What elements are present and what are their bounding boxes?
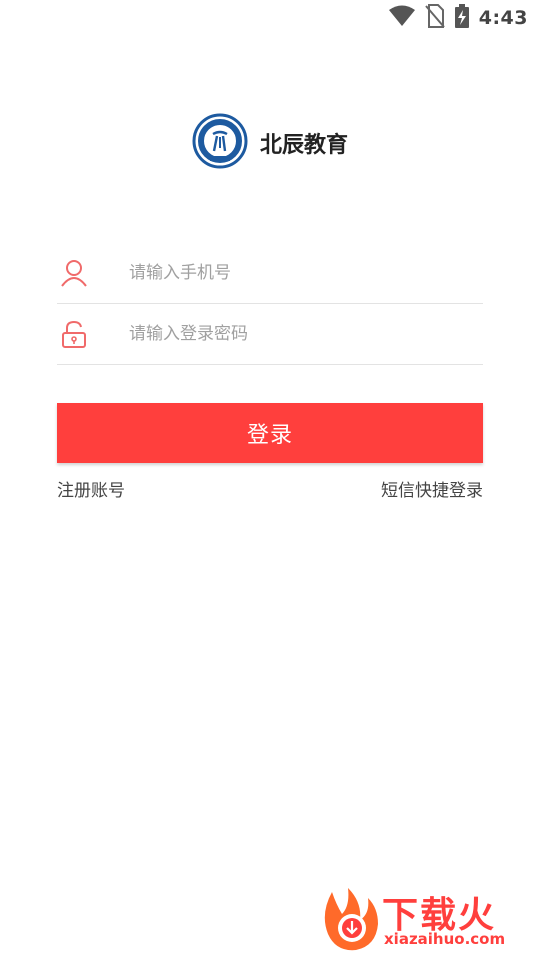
user-icon (57, 243, 129, 303)
brand-logo (192, 113, 248, 173)
phone-input[interactable] (129, 263, 459, 283)
watermark-url: xiazaihuo.com (384, 930, 506, 948)
battery-charging-icon (454, 4, 469, 32)
status-bar: 4:43 (0, 0, 540, 36)
login-button[interactable]: 登录 (57, 403, 483, 463)
wifi-icon (388, 5, 415, 31)
sms-login-link[interactable]: 短信快捷登录 (381, 476, 483, 501)
phone-field[interactable] (57, 243, 483, 304)
lock-icon (57, 304, 129, 364)
password-input[interactable] (129, 324, 459, 344)
brand-name: 北辰教育 (259, 133, 348, 158)
password-field[interactable] (57, 304, 483, 365)
no-sim-icon (424, 4, 445, 32)
register-link[interactable]: 注册账号 (57, 476, 125, 501)
status-icons: 4:43 (388, 4, 528, 32)
watermark: 下载火 xiazaihuo.com (312, 884, 532, 954)
brand-header: 北辰教育 (0, 113, 540, 173)
status-time: 4:43 (478, 7, 528, 29)
